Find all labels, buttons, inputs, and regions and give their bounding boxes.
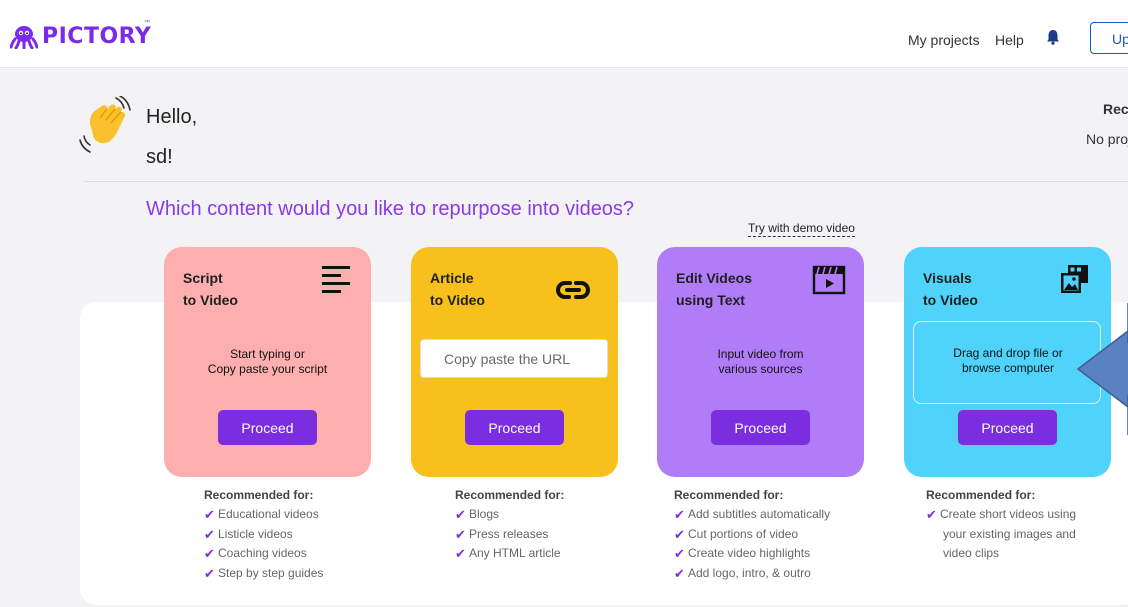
list-item: ✔ Add logo, intro, & outro <box>674 564 830 584</box>
octopus-logo-icon <box>10 25 38 49</box>
check-icon: ✔ <box>455 526 466 542</box>
recommendations-title: Recommended for: <box>204 488 314 502</box>
card-title: Visuals to Video <box>923 267 978 311</box>
list-item: ✔ Listicle videos <box>204 525 323 545</box>
list-item-text: Blogs <box>469 507 500 521</box>
check-icon: ✔ <box>674 507 685 522</box>
greeting-username: sd! <box>146 146 173 168</box>
logo[interactable]: PICTORY ™ <box>10 20 152 49</box>
recommendations-title: Recommended for: <box>455 488 565 502</box>
card-description-line2: various sources <box>718 362 803 376</box>
check-icon: ✔ <box>455 507 466 522</box>
recommendations-script: Recommended for: ✔ Educational videos ✔ Li… <box>204 488 323 583</box>
list-item: ✔ Create short videos using <box>926 505 1076 525</box>
page-question: Which content would you like to repurpos… <box>146 198 635 220</box>
proceed-button[interactable]: Proceed <box>465 410 564 445</box>
list-item-text: Coaching videos <box>218 546 307 560</box>
list-item: ✔ Blogs <box>455 505 564 525</box>
card-description-line1: Input video from <box>717 347 804 361</box>
upgrade-button[interactable]: Up <box>1090 22 1128 54</box>
check-icon: ✔ <box>926 507 937 522</box>
check-icon: ✔ <box>204 507 215 522</box>
card-edit-videos-using-text[interactable]: Edit Videos using Text Input video from … <box>657 247 864 477</box>
check-icon: ✔ <box>204 546 215 561</box>
list-item: ✔ Educational videos <box>204 505 323 525</box>
card-title-line1: Script <box>183 270 223 286</box>
card-title-line2: using Text <box>676 292 745 308</box>
recent-projects-empty: No proj <box>1086 131 1128 147</box>
list-item-text: Step by step guides <box>218 565 324 580</box>
link-icon <box>556 281 590 299</box>
dropzone-text: Drag and drop file or browse computer <box>914 346 1102 376</box>
nav-help[interactable]: Help <box>995 32 1024 48</box>
list-item: ✔ Create video highlights <box>674 544 830 564</box>
bell-icon[interactable] <box>1046 29 1060 45</box>
card-description: Input video from various sources <box>657 347 864 377</box>
logo-trademark: ™ <box>144 20 150 26</box>
card-title-line2: to Video <box>183 292 238 308</box>
check-icon: ✔ <box>455 546 466 561</box>
list-item-text: Listicle videos <box>218 526 293 541</box>
recommendations-title: Recommended for: <box>926 488 1036 502</box>
check-icon: ✔ <box>674 546 685 561</box>
recommendations-title: Recommended for: <box>674 488 784 502</box>
card-title-line1: Visuals <box>923 270 972 286</box>
image-gallery-icon <box>1061 265 1088 293</box>
card-description-line2: Copy paste your script <box>207 362 328 376</box>
proceed-button[interactable]: Proceed <box>711 410 810 445</box>
card-title: Edit Videos using Text <box>676 267 752 311</box>
check-icon: ✔ <box>204 565 215 581</box>
recent-projects-title: Rece <box>1103 101 1128 117</box>
text-lines-icon <box>322 266 350 293</box>
list-item-continuation: video clips <box>943 546 1000 560</box>
list-item-text: Educational videos <box>218 507 319 521</box>
card-title-line2: to Video <box>923 292 978 308</box>
list-item: ✔ Add subtitles automatically <box>674 505 830 525</box>
card-title-line1: Edit Videos <box>676 270 752 286</box>
left-arrow-icon <box>1076 303 1128 435</box>
recommendations-edit-videos: Recommended for: ✔ Add subtitles automati… <box>674 488 830 583</box>
file-dropzone[interactable]: Drag and drop file or browse computer <box>913 321 1101 404</box>
recommendations-article: Recommended for: ✔ Blogs ✔ Press releases … <box>455 488 564 564</box>
list-item: ✔ Press releases <box>455 525 564 545</box>
card-script-to-video[interactable]: Script to Video Start typing or Copy pas… <box>164 247 371 477</box>
try-demo-video-link[interactable]: Try with demo video <box>748 221 855 237</box>
card-description-line1: Start typing or <box>230 347 305 361</box>
proceed-button[interactable]: Proceed <box>218 410 317 445</box>
greeting-hello: Hello, <box>146 106 198 128</box>
dropzone-text-line1: Drag and drop file or <box>953 346 1063 360</box>
check-icon: ✔ <box>674 565 685 581</box>
article-url-input[interactable] <box>420 339 608 378</box>
list-item-text: Press releases <box>469 526 549 541</box>
list-item-text: Any HTML article <box>469 546 561 560</box>
list-item-text: Create video highlights <box>688 546 811 560</box>
card-article-to-video[interactable]: Article to Video Proceed <box>411 247 618 477</box>
card-title-line2: to Video <box>430 292 485 308</box>
list-item: ✔ Any HTML article <box>455 544 564 564</box>
card-title: Script to Video <box>183 267 238 311</box>
dropzone-text-line2: browse computer <box>961 361 1055 375</box>
clapperboard-icon <box>812 265 846 295</box>
list-item: ✔ Cut portions of video <box>674 525 830 545</box>
divider <box>84 181 1128 182</box>
list-item-text: Add subtitles automatically <box>688 507 831 521</box>
check-icon: ✔ <box>674 526 685 542</box>
list-item: ✔ Step by step guides <box>204 564 323 584</box>
logo-text: PICTORY <box>42 24 152 49</box>
top-bar: PICTORY ™ My projects Help Up <box>0 0 1128 68</box>
list-item-text: Add logo, intro, & outro <box>688 565 811 580</box>
nav-my-projects[interactable]: My projects <box>908 32 980 48</box>
card-description: Start typing or Copy paste your script <box>164 347 371 377</box>
card-title-line1: Article <box>430 270 474 286</box>
list-item-continuation: your existing images and <box>943 526 1076 541</box>
card-title: Article to Video <box>430 267 485 311</box>
recommendations-visuals: Recommended for: ✔ Create short videos us… <box>926 488 1076 564</box>
list-item-text: Cut portions of video <box>688 526 799 541</box>
list-item: ✔ Coaching videos <box>204 544 323 564</box>
list-item-text: Create short videos using <box>940 507 1077 521</box>
proceed-button[interactable]: Proceed <box>958 410 1057 445</box>
check-icon: ✔ <box>204 526 215 542</box>
waving-hand-icon <box>79 96 131 153</box>
